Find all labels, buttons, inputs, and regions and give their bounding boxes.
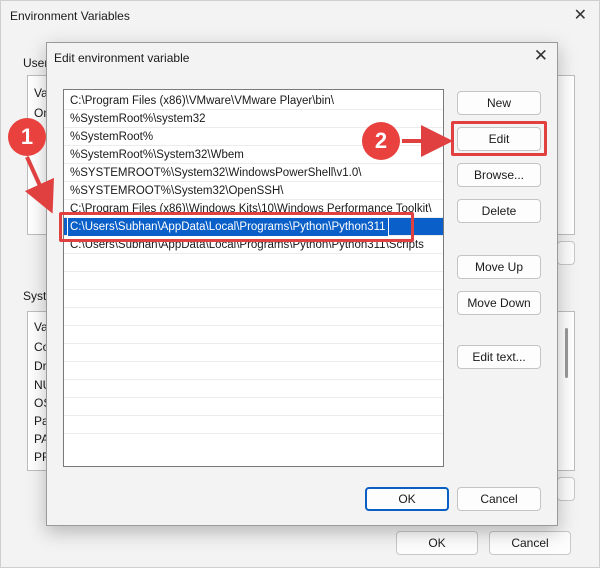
highlight-selected-path xyxy=(59,212,414,242)
annotation-arrows xyxy=(24,125,453,214)
arrow-1 xyxy=(24,156,54,214)
highlight-edit-button xyxy=(451,121,547,156)
step-2-badge: 2 xyxy=(362,122,400,160)
step-1-badge: 1 xyxy=(8,118,46,156)
